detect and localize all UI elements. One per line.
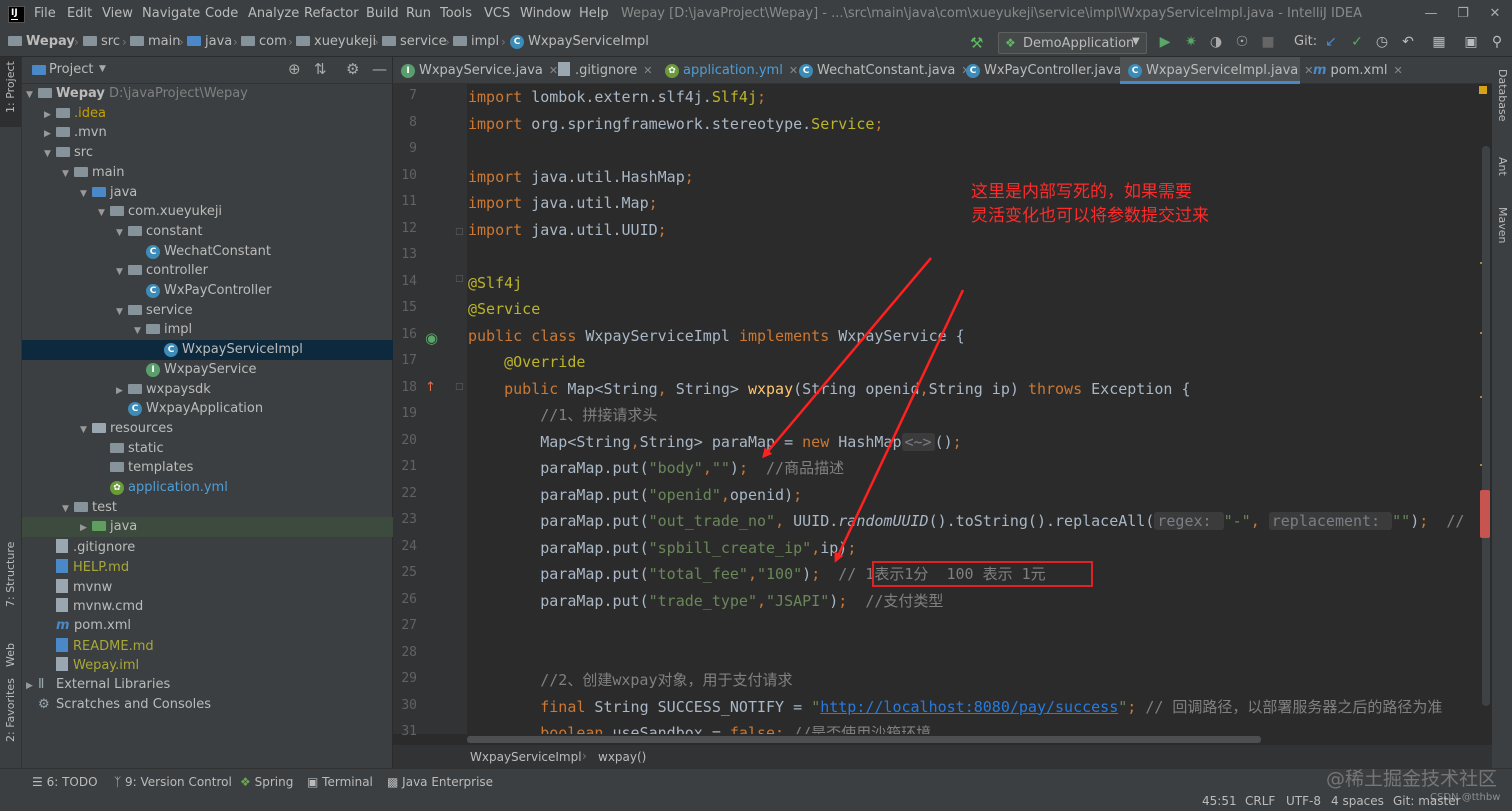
annotation-arrow xyxy=(834,289,965,563)
watermark-small: CSDN @tthbw xyxy=(1430,792,1501,803)
annotation-arrows xyxy=(762,257,965,563)
watermark: @稀土掘金技术社区 xyxy=(1326,768,1498,790)
annotation-arrow xyxy=(762,257,932,459)
